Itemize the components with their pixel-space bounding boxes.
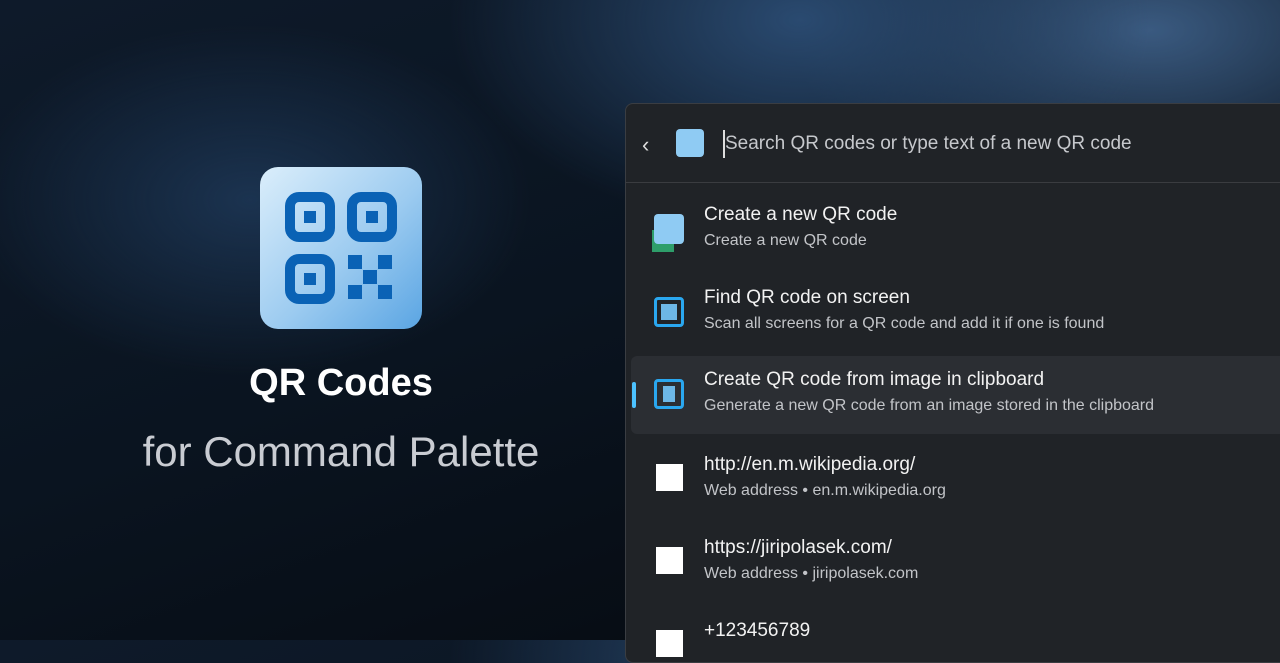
item-title: https://jiripolasek.com/ [704,537,892,558]
hero-title: QR Codes [249,362,433,404]
list-item-qr[interactable]: https://jiripolasek.com/ Web address • j… [631,524,1280,602]
back-chevron-icon[interactable]: ‹ [642,132,649,158]
clipboard-scan-icon [654,379,684,409]
item-title: Find QR code on screen [704,287,910,308]
item-title: Create a new QR code [704,204,898,225]
qr-code-icon [656,630,683,657]
list-item-create-qr[interactable]: Create a new QR code Create a new QR cod… [631,191,1280,269]
list-item-find-on-screen[interactable]: Find QR code on screen Scan all screens … [631,274,1280,352]
list-item-qr[interactable]: http://en.m.wikipedia.org/ Web address •… [631,441,1280,519]
qr-code-icon [656,547,683,574]
selection-indicator [632,382,636,408]
search-input[interactable] [723,130,1280,158]
screen-scan-icon [654,297,684,327]
item-title: +123456789 [704,620,811,641]
command-palette: ‹ Create a new QR code Create a new QR c… [625,103,1280,663]
app-logo [260,167,422,329]
item-subtitle: Web address • jiripolasek.com [704,565,919,582]
list-item-from-clipboard[interactable]: Create QR code from image in clipboard G… [631,356,1280,434]
qr-code-icon [656,464,683,491]
item-subtitle: Generate a new QR code from an image sto… [704,397,1155,414]
item-title: http://en.m.wikipedia.org/ [704,454,916,475]
item-subtitle: Scan all screens for a QR code and add i… [704,315,1105,332]
qr-logo-icon [285,192,397,304]
search-header: ‹ [626,104,1280,183]
list-item-qr[interactable]: +123456789 [631,607,1280,662]
item-subtitle: Web address • en.m.wikipedia.org [704,482,946,499]
item-title: Create QR code from image in clipboard [704,369,1045,390]
item-subtitle: Create a new QR code [704,232,867,249]
qr-add-icon [654,214,684,244]
qr-extension-icon [676,129,704,157]
hero-subtitle: for Command Palette [142,428,540,475]
